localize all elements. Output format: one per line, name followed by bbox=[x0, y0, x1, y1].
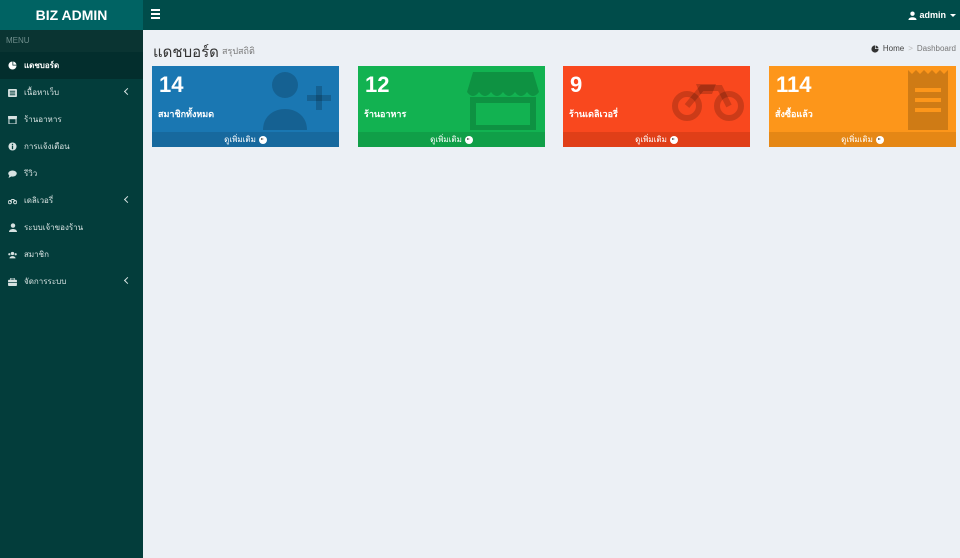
motorcycle-icon bbox=[8, 196, 17, 205]
sidebar-item-delivery[interactable]: เดลิเวอรี่ bbox=[0, 187, 143, 214]
more-info-link[interactable]: ดูเพิ่มเติม bbox=[358, 132, 545, 147]
stat-value: 14 bbox=[159, 72, 184, 97]
users-icon bbox=[8, 250, 17, 259]
chevron-left-icon bbox=[123, 87, 132, 96]
arrow-circle-right-icon bbox=[875, 135, 884, 144]
store-icon bbox=[8, 115, 17, 124]
sidebar-item-label: แดชบอร์ด bbox=[24, 61, 60, 70]
sidebar-item-members[interactable]: สมาชิก bbox=[0, 241, 143, 268]
comment-icon bbox=[8, 169, 17, 178]
more-info-link[interactable]: ดูเพิ่มเติม bbox=[769, 132, 956, 147]
sidebar-item-web-content[interactable]: เนื้อหาเว็บ bbox=[0, 79, 143, 106]
motorcycle-icon bbox=[672, 84, 744, 121]
list-icon bbox=[8, 88, 17, 97]
sidebar-item-label: สมาชิก bbox=[24, 250, 49, 259]
user-menu[interactable]: admin bbox=[908, 0, 956, 30]
user-icon bbox=[908, 11, 918, 20]
sidebar-item-label: เดลิเวอรี่ bbox=[24, 196, 54, 205]
caret-down-icon bbox=[950, 13, 956, 17]
sidebar: MENU แดชบอร์ด เนื้อหาเว็บ ร้านอาหาร การแ… bbox=[0, 30, 143, 558]
sidebar-item-label: ร้านอาหาร bbox=[24, 115, 62, 124]
stat-label: สั่งซื้อแล้ว bbox=[775, 109, 813, 119]
more-info-label: ดูเพิ่มเติม bbox=[224, 135, 256, 144]
chevron-left-icon bbox=[123, 276, 132, 285]
top-navbar: admin bbox=[143, 0, 960, 30]
arrow-circle-right-icon bbox=[258, 135, 267, 144]
stat-box-members: 14 สมาชิกทั้งหมด ดูเพิ่มเติม bbox=[152, 66, 339, 147]
more-info-label: ดูเพิ่มเติม bbox=[635, 135, 667, 144]
page-title: แดชบอร์ด bbox=[153, 44, 219, 61]
page-subtitle: สรุปสถิติ bbox=[222, 46, 255, 56]
sidebar-item-label: จัดการระบบ bbox=[24, 277, 67, 286]
breadcrumb: Home > Dashboard bbox=[871, 44, 956, 53]
breadcrumb-home[interactable]: Home bbox=[883, 44, 904, 53]
sidebar-item-label: รีวิว bbox=[24, 169, 38, 178]
arrow-circle-right-icon bbox=[669, 135, 678, 144]
sidebar-item-dashboard[interactable]: แดชบอร์ด bbox=[0, 52, 143, 79]
receipt-icon bbox=[908, 70, 948, 130]
stat-label: ร้านเดลิเวอรี่ bbox=[569, 109, 618, 119]
more-info-label: ดูเพิ่มเติม bbox=[841, 135, 873, 144]
sidebar-item-system-management[interactable]: จัดการระบบ bbox=[0, 268, 143, 295]
user-plus-icon bbox=[263, 72, 331, 130]
user-name: admin bbox=[919, 10, 946, 20]
info-icon bbox=[8, 142, 17, 151]
sidebar-item-label: ระบบเจ้าของร้าน bbox=[24, 223, 84, 232]
stat-label: ร้านอาหาร bbox=[364, 109, 407, 119]
stat-label: สมาชิกทั้งหมด bbox=[158, 109, 215, 119]
stat-box-delivery: 9 ร้านเดลิเวอรี่ ดูเพิ่มเติม bbox=[563, 66, 750, 147]
sidebar-header: MENU bbox=[0, 30, 143, 52]
chevron-left-icon bbox=[123, 195, 132, 204]
dashboard-icon bbox=[871, 44, 879, 53]
stat-value: 114 bbox=[776, 72, 812, 97]
more-info-link[interactable]: ดูเพิ่มเติม bbox=[152, 132, 339, 147]
stat-box-orders: 114 สั่งซื้อแล้ว ดูเพิ่มเติม bbox=[769, 66, 956, 147]
breadcrumb-separator: > bbox=[908, 44, 913, 53]
sidebar-item-restaurants[interactable]: ร้านอาหาร bbox=[0, 106, 143, 133]
breadcrumb-current: Dashboard bbox=[916, 44, 956, 53]
more-info-label: ดูเพิ่มเติม bbox=[430, 135, 462, 144]
sidebar-item-shop-owner[interactable]: ระบบเจ้าของร้าน bbox=[0, 214, 143, 241]
more-info-link[interactable]: ดูเพิ่มเติม bbox=[563, 132, 750, 147]
sidebar-item-label: การแจ้งเตือน bbox=[24, 142, 70, 151]
stat-box-restaurants: 12 ร้านอาหาร ดูเพิ่มเติม bbox=[358, 66, 545, 147]
store-icon bbox=[467, 72, 539, 130]
stat-value: 9 bbox=[570, 72, 583, 97]
arrow-circle-right-icon bbox=[464, 135, 473, 144]
sidebar-item-notifications[interactable]: การแจ้งเตือน bbox=[0, 133, 143, 160]
menu-toggle-icon[interactable] bbox=[151, 9, 160, 21]
briefcase-icon bbox=[8, 277, 17, 286]
user-icon bbox=[8, 223, 17, 232]
sidebar-item-reviews[interactable]: รีวิว bbox=[0, 160, 143, 187]
dashboard-icon bbox=[8, 61, 17, 70]
main-content: แดชบอร์ด สรุปสถิติ Home > Dashboard 14 ส… bbox=[143, 30, 960, 558]
app-logo[interactable]: BIZ ADMIN bbox=[0, 0, 143, 30]
sidebar-item-label: เนื้อหาเว็บ bbox=[24, 88, 60, 97]
stat-value: 12 bbox=[365, 72, 390, 97]
